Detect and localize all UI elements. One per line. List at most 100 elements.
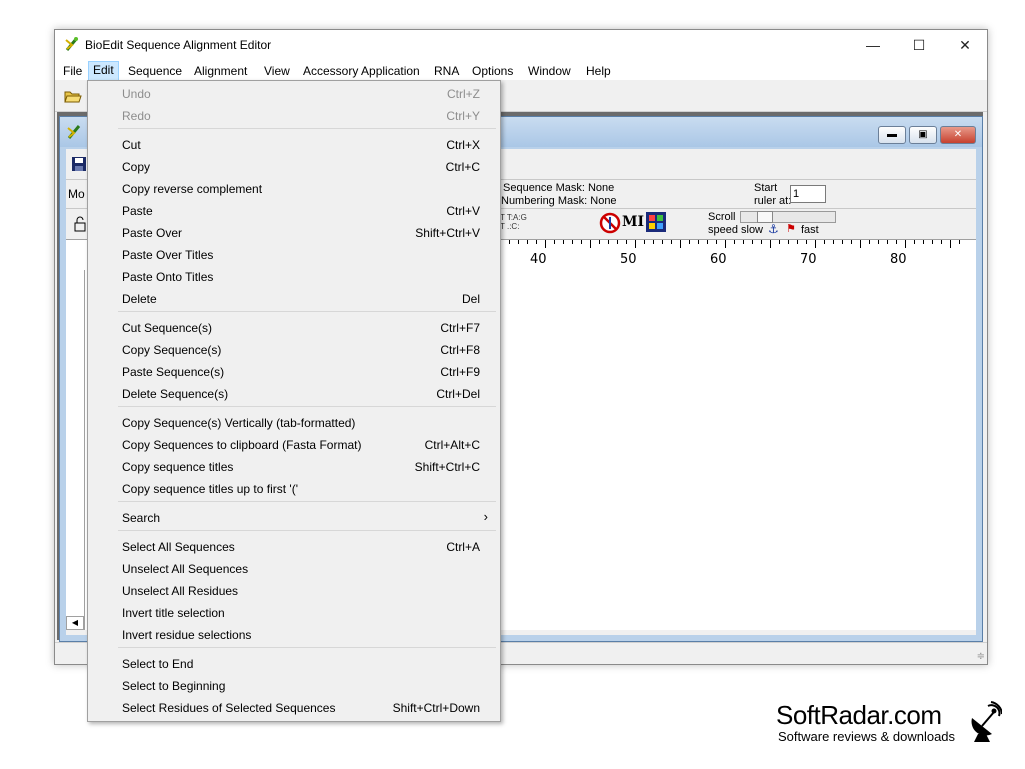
start-ruler-input[interactable] [790,185,826,203]
menu-item-copy-reverse-complement[interactable]: Copy reverse complement [88,178,500,200]
menu-alignment[interactable]: Alignment [190,62,251,80]
ruler-tick [545,240,546,248]
menu-item-delete[interactable]: Delete Del [88,288,500,310]
slow-label: slow [741,224,764,236]
menu-item-shortcut: Ctrl+F8 [440,343,480,357]
menu-sequence[interactable]: Sequence [124,62,186,80]
ruler-tick [824,240,825,244]
menu-item-redo[interactable]: Redo Ctrl+Y [88,105,500,127]
ruler-tick [590,240,591,248]
child-minimize-button[interactable]: ▬ [878,126,906,144]
ruler-tick [509,240,510,244]
menu-item-copy-sequence-s[interactable]: Copy Sequence(s) Ctrl+F8 [88,339,500,361]
ruler-tick [671,240,672,244]
menu-item-copy-sequences-to-clipboard-fasta-format[interactable]: Copy Sequences to clipboard (Fasta Forma… [88,434,500,456]
menu-item-label: Copy [122,160,151,174]
menu-item-copy[interactable]: Copy Ctrl+C [88,156,500,178]
menu-help[interactable]: Help [582,62,615,80]
menu-item-shortcut: Ctrl+Del [436,387,480,401]
watermark-tagline: Software reviews & downloads [778,729,956,744]
menu-item-unselect-all-residues[interactable]: Unselect All Residues [88,580,500,602]
mi-button[interactable]: MI [622,214,644,230]
menu-item-label: Cut Sequence(s) [122,321,213,335]
ruler-tick [887,240,888,244]
menu-item-unselect-all-sequences[interactable]: Unselect All Sequences [88,558,500,580]
child-restore-button[interactable]: ▣ [909,126,937,144]
menu-file[interactable]: File [59,62,86,80]
base-color-key-icon[interactable]: T T:A:G T .:C: [500,213,527,231]
mode-label: Mo [68,187,85,201]
menu-item-shortcut: Ctrl+V [446,204,480,218]
ruler-tick [869,240,870,244]
ruler-tick [959,240,960,244]
ruler-tick [581,240,582,244]
lock-icon[interactable] [74,216,86,232]
bioedit-logo-icon [65,37,79,51]
menu-item-label: Select to Beginning [122,679,226,693]
ruler-at-label: ruler at: [754,195,792,207]
menu-options[interactable]: Options [468,62,517,80]
window-title: BioEdit Sequence Alignment Editor [85,38,272,52]
menu-item-invert-residue-selections[interactable]: Invert residue selections [88,624,500,646]
menu-item-search[interactable]: Search › [88,507,500,529]
child-close-button[interactable]: ✕ [940,126,976,144]
menu-accessory-application[interactable]: Accessory Application [299,62,424,80]
ruler-tick [698,240,699,244]
menu-item-paste[interactable]: Paste Ctrl+V [88,200,500,222]
menu-view[interactable]: View [260,62,294,80]
menu-edit[interactable]: Edit [88,61,119,81]
minimize-button[interactable]: — [850,30,896,60]
menu-item-select-residues-of-selected-sequences[interactable]: Select Residues of Selected Sequences Shi… [88,697,500,719]
menu-item-paste-over-titles[interactable]: Paste Over Titles [88,244,500,266]
save-icon[interactable] [72,157,86,171]
ruler-tick [572,240,573,244]
scroll-left-arrow-icon[interactable]: ◀ [66,616,84,630]
menu-item-copy-sequence-s-vertically-tab-formatted[interactable]: Copy Sequence(s) Vertically (tab-formatt… [88,412,500,434]
color-grid-icon[interactable] [646,212,666,232]
ruler-tick [779,240,780,244]
menu-item-label: Delete Sequence(s) [122,387,229,401]
menu-item-paste-sequence-s[interactable]: Paste Sequence(s) Ctrl+F9 [88,361,500,383]
menu-item-label: Undo [122,87,151,101]
menu-item-label: Select to End [122,657,194,671]
menu-item-shortcut: Shift+Ctrl+Down [392,701,480,715]
ruler-tick [563,240,564,244]
open-folder-icon[interactable] [64,89,82,103]
menu-item-paste-over[interactable]: Paste Over Shift+Ctrl+V [88,222,500,244]
menu-item-select-to-end[interactable]: Select to End [88,653,500,675]
menu-item-label: Select Residues of Selected Sequences [122,701,336,715]
menu-item-label: Paste Sequence(s) [122,365,225,379]
maximize-button[interactable]: ☐ [896,30,942,60]
ruler-tick [599,240,600,244]
resize-grip-icon[interactable]: ≑ [977,651,985,662]
menu-item-label: Copy Sequences to clipboard (Fasta Forma… [122,438,362,452]
menu-rna[interactable]: RNA [430,62,463,80]
menu-item-copy-sequence-titles[interactable]: Copy sequence titles Shift+Ctrl+C [88,456,500,478]
menu-item-select-to-beginning[interactable]: Select to Beginning [88,675,500,697]
menu-window[interactable]: Window [524,62,575,80]
edit-dropdown-menu: Undo Ctrl+Z Redo Ctrl+Y Cut Ctrl+X Copy Ctrl+C C… [87,80,501,722]
title-pane[interactable] [66,270,85,630]
menu-item-shortcut: Shift+Ctrl+V [415,226,480,240]
fast-label: fast [801,224,819,236]
menu-item-label: Search [122,511,161,525]
menu-item-select-all-sequences[interactable]: Select All Sequences Ctrl+A [88,536,500,558]
close-button[interactable]: ✕ [942,30,988,60]
menu-item-cut[interactable]: Cut Ctrl+X [88,134,500,156]
ruler-tick [743,240,744,244]
menu-item-cut-sequence-s[interactable]: Cut Sequence(s) Ctrl+F7 [88,317,500,339]
menu-item-invert-title-selection[interactable]: Invert title selection [88,602,500,624]
menu-item-label: Select All Sequences [122,540,235,554]
ruler-tick [536,240,537,244]
no-entry-icon[interactable] [599,212,621,234]
menu-item-label: Paste Over Titles [122,248,214,262]
menu-item-copy-sequence-titles-up-to-first[interactable]: Copy sequence titles up to first '(' [88,478,500,500]
menu-item-paste-onto-titles[interactable]: Paste Onto Titles [88,266,500,288]
menu-item-delete-sequence-s[interactable]: Delete Sequence(s) Ctrl+Del [88,383,500,405]
menu-item-label: Unselect All Sequences [122,562,249,576]
menu-item-label: Cut [122,138,141,152]
ruler-label: 60 [710,252,727,267]
menu-item-shortcut: Ctrl+Y [446,109,480,123]
menu-item-shortcut: Ctrl+F9 [440,365,480,379]
menu-item-undo[interactable]: Undo Ctrl+Z [88,83,500,105]
